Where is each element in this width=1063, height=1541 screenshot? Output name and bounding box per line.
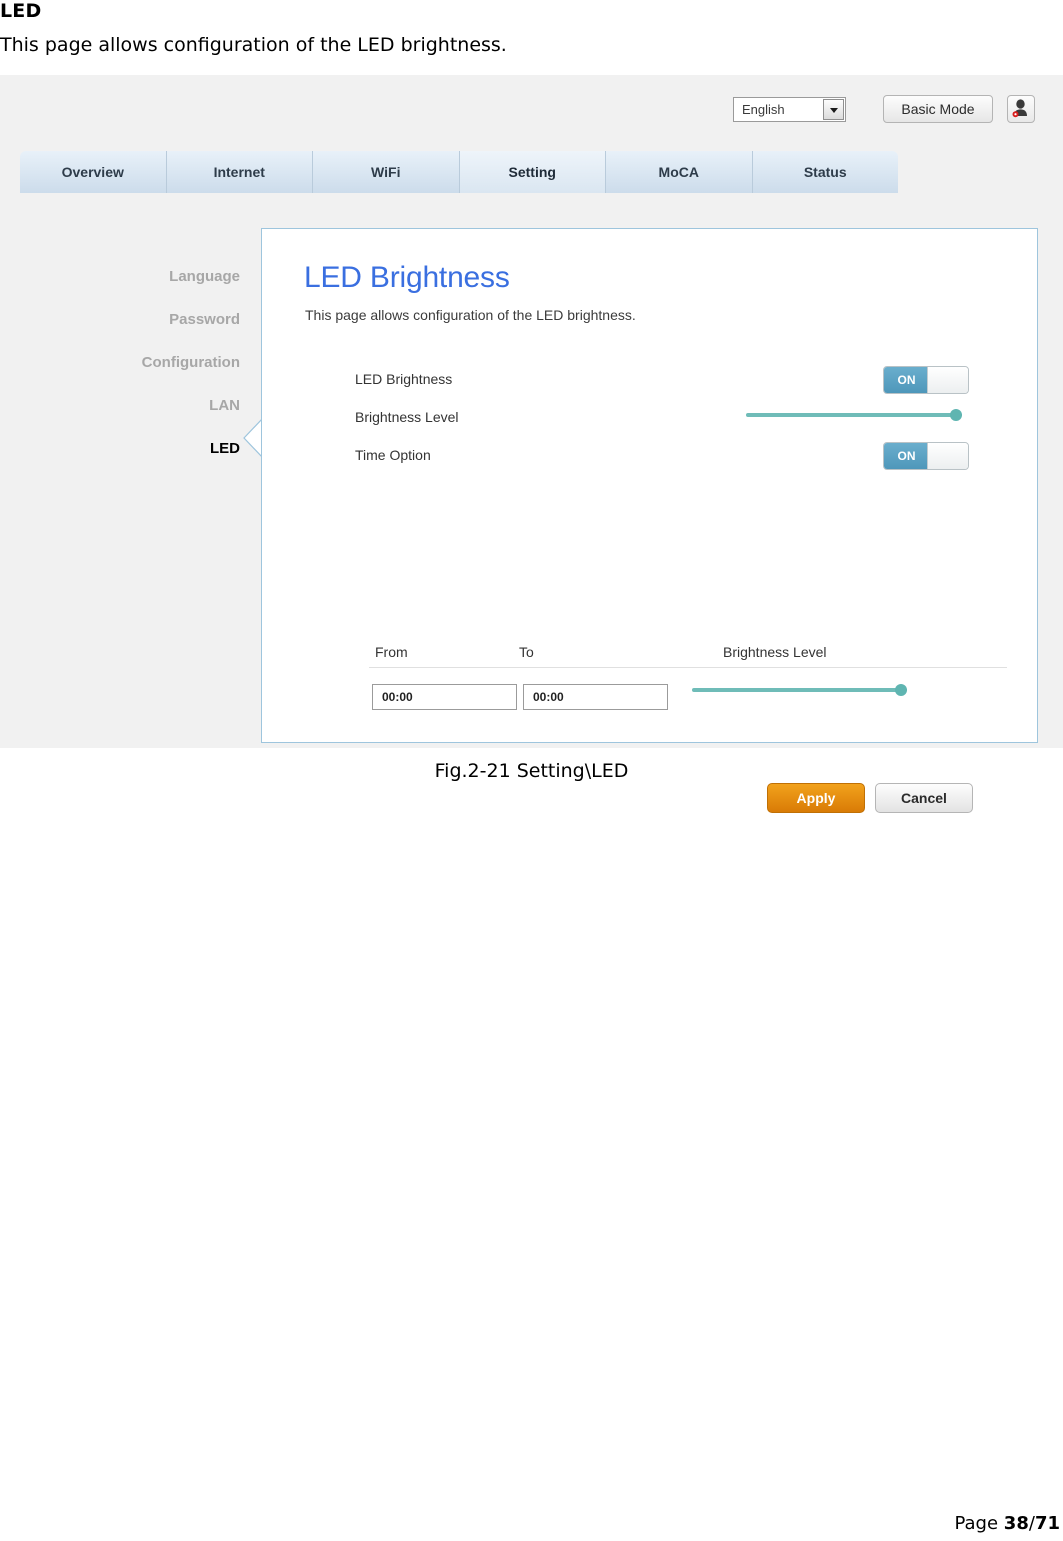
schedule-brightness-slider-handle[interactable] [895, 684, 907, 696]
panel-title: LED Brightness [304, 261, 510, 294]
user-account-icon[interactable] [1007, 95, 1035, 123]
led-brightness-label: LED Brightness [355, 371, 453, 387]
brightness-level-slider-handle[interactable] [950, 409, 962, 421]
user-account-glyph [1012, 99, 1027, 118]
page-intro-text: This page allows configuration of the LE… [0, 34, 507, 56]
apply-button[interactable]: Apply [767, 783, 865, 813]
tab-internet[interactable]: Internet [166, 151, 313, 193]
figure-caption: Fig.2-21 Setting\LED [434, 760, 629, 782]
chevron-down-icon[interactable] [823, 99, 844, 120]
time-option-toggle[interactable]: ON [883, 442, 969, 470]
language-select[interactable]: English [733, 97, 846, 122]
cancel-button[interactable]: Cancel [875, 783, 973, 813]
led-brightness-panel: LED Brightness This page allows configur… [261, 228, 1038, 813]
schedule-brightness-slider[interactable] [692, 683, 907, 697]
time-option-toggle-knob[interactable] [927, 443, 968, 469]
brightness-level-label: Brightness Level [355, 409, 459, 425]
sidebar-item-led[interactable]: LED [110, 427, 240, 470]
led-brightness-toggle-state: ON [884, 367, 929, 393]
settings-sidebar: Language Password Configuration LAN LED [110, 255, 240, 470]
sidebar-item-configuration[interactable]: Configuration [110, 341, 240, 384]
page-footer: Page 38/71 [954, 1513, 1060, 1534]
tab-status[interactable]: Status [752, 151, 898, 193]
sidebar-item-lan[interactable]: LAN [110, 384, 240, 427]
tab-moca[interactable]: MoCA [606, 151, 753, 193]
footer-label: Page [954, 1513, 999, 1534]
sidebar-item-language[interactable]: Language [110, 255, 240, 298]
brightness-level-slider-track[interactable] [746, 413, 962, 417]
embedded-screenshot: English Basic Mode Overview Internet WiF… [0, 75, 1063, 813]
table-divider [369, 667, 1007, 668]
column-header-to: To [519, 644, 534, 660]
panel-subtitle: This page allows configuration of the LE… [305, 307, 636, 323]
time-option-label: Time Option [355, 447, 431, 463]
page-title: LED [0, 0, 42, 22]
tab-overview[interactable]: Overview [20, 151, 167, 193]
active-item-pointer-icon [243, 418, 263, 458]
time-option-toggle-state: ON [884, 443, 929, 469]
schedule-brightness-slider-track[interactable] [692, 688, 907, 692]
footer-current-page: 38 [1003, 1513, 1029, 1534]
basic-mode-button[interactable]: Basic Mode [883, 95, 993, 123]
brightness-level-slider[interactable] [746, 408, 962, 422]
language-select-value: English [742, 102, 785, 117]
tab-setting[interactable]: Setting [459, 151, 606, 193]
column-header-from: From [375, 644, 408, 660]
led-brightness-toggle[interactable]: ON [883, 366, 969, 394]
footer-total-pages: 71 [1034, 1513, 1060, 1534]
tab-wifi[interactable]: WiFi [313, 151, 460, 193]
schedule-to-input[interactable]: 00:00 [523, 684, 668, 710]
led-brightness-toggle-knob[interactable] [927, 367, 968, 393]
schedule-from-input[interactable]: 00:00 [372, 684, 517, 710]
column-header-brightness-level: Brightness Level [723, 644, 827, 660]
sidebar-item-password[interactable]: Password [110, 298, 240, 341]
main-nav-tabs[interactable]: Overview Internet WiFi Setting MoCA Stat… [20, 151, 898, 193]
